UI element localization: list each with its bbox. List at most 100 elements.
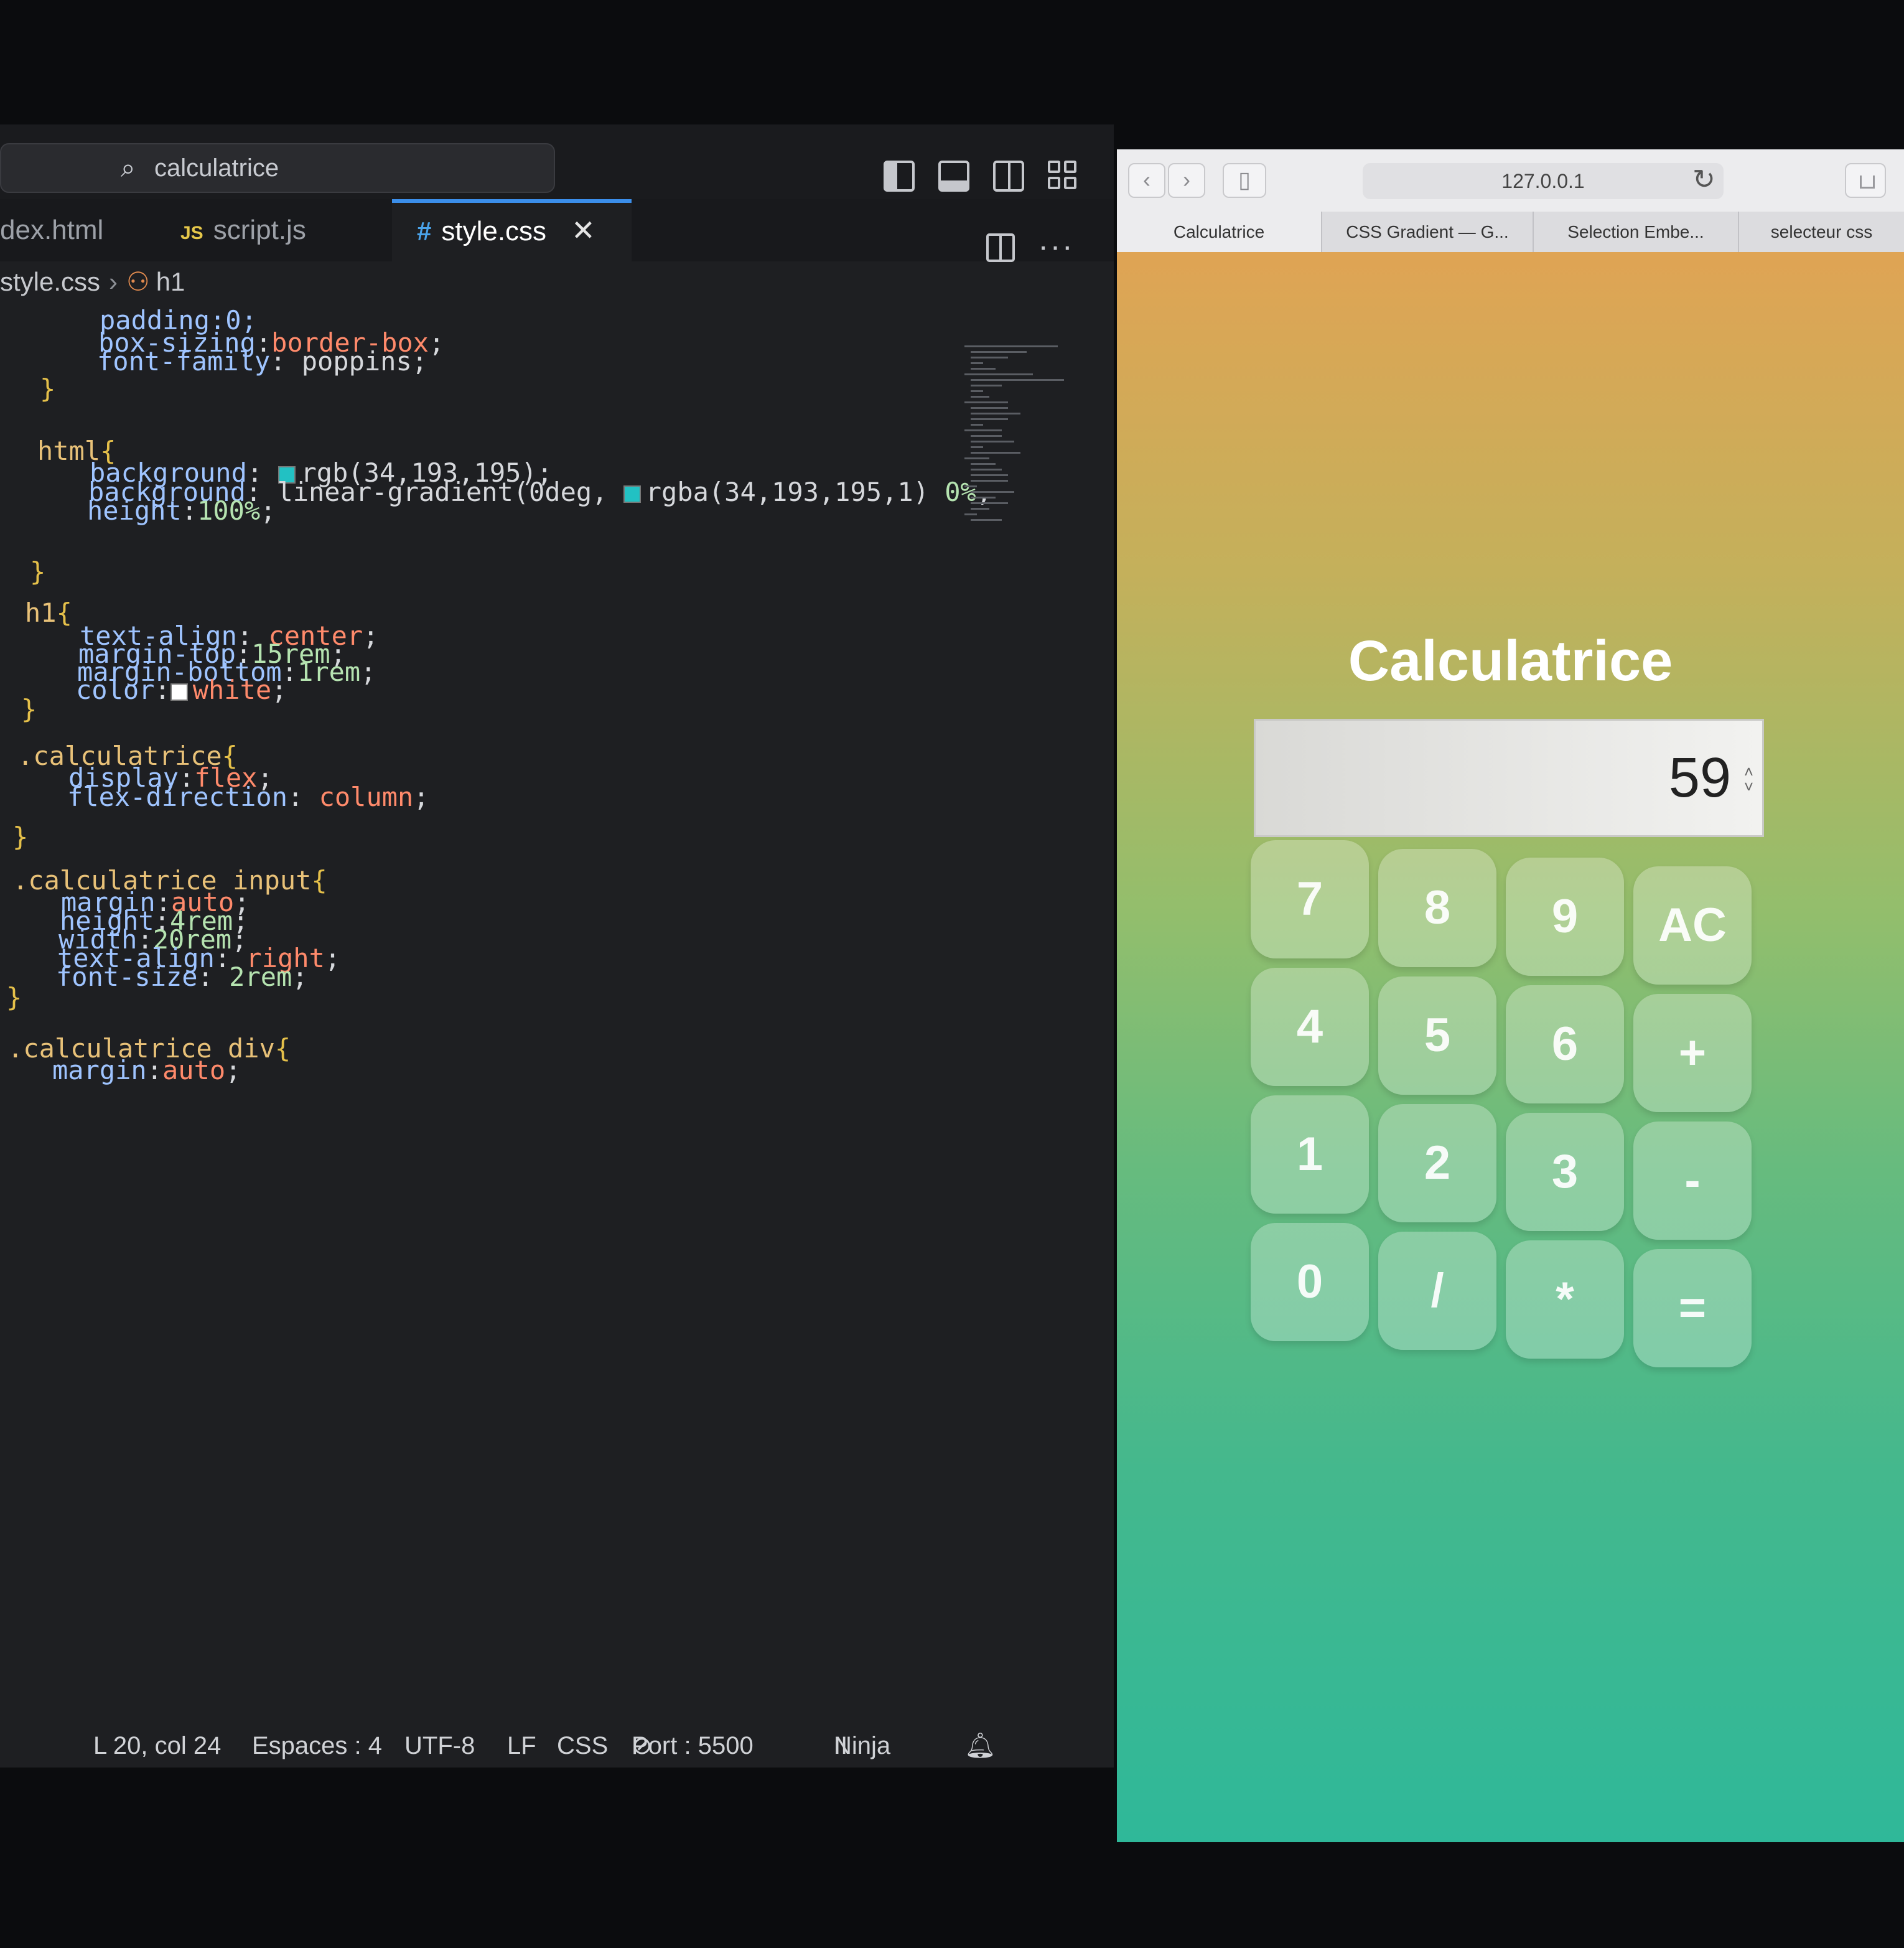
share-icon[interactable]: [1845, 163, 1886, 198]
command-center-search[interactable]: ⌕ calculatrice: [0, 143, 555, 193]
minimap-line: [971, 379, 1064, 381]
toggle-primary-sidebar-icon[interactable]: [884, 161, 915, 192]
minimap-line: [971, 469, 1002, 471]
code-line[interactable]: margin:auto;: [52, 1055, 241, 1085]
calculator-key[interactable]: =: [1633, 1249, 1752, 1367]
code-line[interactable]: color: white;: [76, 675, 287, 705]
code-token: }: [12, 822, 29, 852]
code-area[interactable]: padding:0; box-sizing:border-box; font-fam…: [0, 305, 992, 1662]
breadcrumb-file[interactable]: style.css: [0, 267, 100, 296]
calculator-key[interactable]: AC: [1633, 866, 1752, 985]
status-cursor-position[interactable]: L 20, col 24: [93, 1718, 221, 1768]
code-token: }: [40, 373, 56, 404]
code-token: column: [319, 782, 414, 812]
sidebar-toggle-icon[interactable]: ▯: [1223, 163, 1266, 198]
browser-tab-calculatrice[interactable]: Calculatrice: [1117, 212, 1322, 252]
status-encoding[interactable]: UTF-8: [404, 1718, 475, 1768]
browser-tab-selecteur-css[interactable]: selecteur css: [1739, 212, 1904, 252]
code-editor-window: ⌕ calculatrice dex.html JS script.js # sty…: [0, 124, 1114, 1768]
code-token: :: [197, 962, 230, 992]
display-value: 59: [1668, 747, 1731, 809]
code-token: font-family: [97, 346, 271, 377]
forward-button[interactable]: ›: [1168, 163, 1205, 198]
code-token: rgba(34,193,195,1): [645, 477, 945, 507]
close-tab-icon[interactable]: ✕: [571, 214, 595, 246]
code-line[interactable]: }: [6, 982, 22, 1013]
minimap-line: [971, 407, 1008, 409]
code-token: 1rem: [297, 657, 361, 687]
calculator-key[interactable]: -: [1633, 1122, 1752, 1240]
code-token: {: [56, 597, 72, 628]
status-language[interactable]: CSS: [557, 1718, 608, 1768]
code-line[interactable]: flex-direction: column;: [67, 782, 429, 812]
code-line[interactable]: }: [12, 822, 28, 852]
number-spinner-icon[interactable]: ˄ ˅: [1744, 764, 1753, 795]
code-token: ;: [429, 327, 445, 358]
calculator-key[interactable]: 6: [1506, 985, 1624, 1103]
tab-script-js[interactable]: JS script.js: [180, 199, 367, 261]
notifications-bell-icon[interactable]: 🔔︎: [964, 1718, 996, 1768]
code-line[interactable]: }: [40, 373, 55, 404]
calculator-key[interactable]: 4: [1251, 968, 1369, 1086]
code-token: :: [287, 782, 319, 812]
tab-index-html[interactable]: dex.html: [0, 199, 149, 261]
color-swatch[interactable]: [623, 485, 641, 503]
code-token: {: [311, 865, 327, 896]
minimap-line: [971, 491, 1014, 493]
breadcrumb-symbol[interactable]: h1: [156, 267, 185, 296]
calculator-key[interactable]: 3: [1506, 1113, 1624, 1231]
calculator-key[interactable]: 0: [1251, 1223, 1369, 1341]
minimap[interactable]: [964, 345, 1070, 545]
javascript-file-icon: JS: [180, 223, 203, 243]
calculator-key[interactable]: 1: [1251, 1095, 1369, 1214]
reload-icon[interactable]: ↻: [1692, 162, 1715, 198]
address-bar[interactable]: 127.0.0.1: [1363, 163, 1724, 199]
calculator-key[interactable]: *: [1506, 1240, 1624, 1359]
minimap-line: [964, 457, 989, 459]
customize-layout-icon[interactable]: [1048, 161, 1079, 192]
code-token: ;: [363, 620, 379, 651]
code-token: 2rem: [229, 962, 292, 992]
code-line[interactable]: font-size: 2rem;: [56, 962, 308, 992]
minimap-line: [971, 519, 1002, 521]
code-token: ;: [292, 962, 308, 992]
split-editor-icon[interactable]: [986, 233, 1015, 262]
code-line[interactable]: }: [30, 556, 45, 587]
toggle-panel-icon[interactable]: [938, 161, 969, 192]
tab-style-css[interactable]: # style.css ✕: [392, 199, 632, 261]
browser-tab-selection[interactable]: Selection Embe...: [1534, 212, 1739, 252]
calculator-key[interactable]: 5: [1378, 976, 1496, 1095]
more-actions-icon[interactable]: ···: [1038, 228, 1074, 265]
status-indentation[interactable]: Espaces : 4: [252, 1718, 382, 1768]
search-icon: ⌕: [121, 153, 136, 182]
code-token: : linear-gradient(0deg,: [245, 477, 623, 507]
calculator-display-input[interactable]: 59 ˄ ˅: [1254, 719, 1764, 837]
editor-tab-bar: dex.html JS script.js # style.css ✕: [0, 199, 1114, 261]
browser-tab-css-gradient[interactable]: CSS Gradient — G...: [1322, 212, 1534, 252]
code-line[interactable]: font-family: poppins;: [97, 346, 427, 377]
chevron-right-icon: ›: [109, 267, 118, 296]
command-center-label: calculatrice: [154, 154, 279, 182]
code-token: margin: [52, 1055, 147, 1085]
minimap-line: [971, 368, 996, 370]
minimap-line: [971, 441, 1014, 443]
code-line[interactable]: }: [21, 694, 37, 724]
calculator-key[interactable]: +: [1633, 994, 1752, 1112]
code-token: flex-direction: [67, 782, 288, 812]
code-token: ;: [413, 782, 429, 812]
code-line[interactable]: h1{: [25, 597, 72, 628]
code-line[interactable]: height:100%;: [87, 495, 276, 526]
calculator-key[interactable]: 2: [1378, 1104, 1496, 1222]
calculator-key[interactable]: /: [1378, 1232, 1496, 1350]
calculator-key[interactable]: 8: [1378, 849, 1496, 967]
code-token: white: [192, 675, 272, 705]
calculator-key[interactable]: 9: [1506, 858, 1624, 976]
toggle-secondary-sidebar-icon[interactable]: [993, 161, 1024, 192]
code-token: ;: [324, 943, 341, 973]
status-eol[interactable]: LF: [507, 1718, 536, 1768]
code-token: color: [76, 675, 155, 705]
back-button[interactable]: ‹: [1128, 163, 1165, 198]
calculator-key[interactable]: 7: [1251, 840, 1369, 958]
color-swatch[interactable]: [170, 683, 188, 701]
breadcrumb[interactable]: style.css › ⚇ h1: [0, 266, 185, 297]
